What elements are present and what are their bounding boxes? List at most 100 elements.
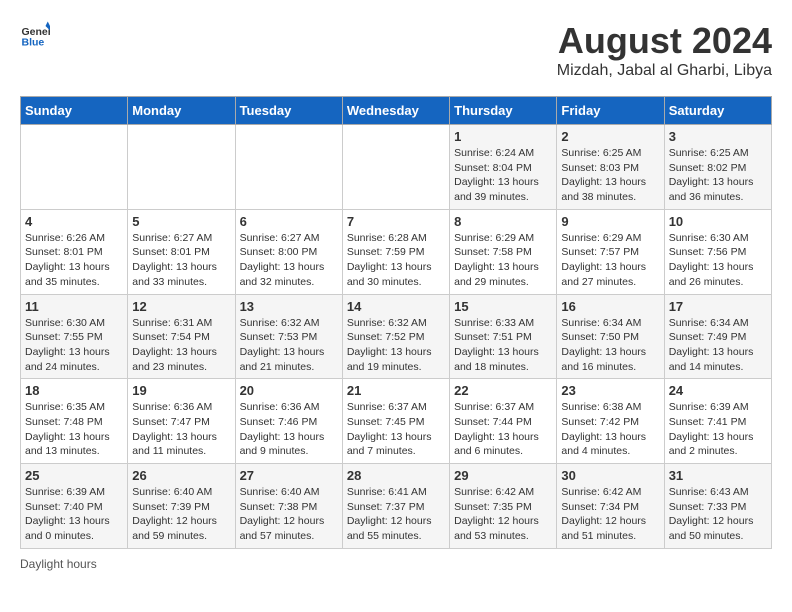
day-info: Sunrise: 6:36 AMSunset: 7:46 PMDaylight:… [240,400,338,459]
main-title: August 2024 [557,20,772,62]
day-number: 5 [132,214,230,229]
day-number: 25 [25,468,123,483]
day-info: Sunrise: 6:37 AMSunset: 7:44 PMDaylight:… [454,400,552,459]
weekday-header: Friday [557,97,664,125]
calendar-cell: 16 Sunrise: 6:34 AMSunset: 7:50 PMDayligh… [557,294,664,379]
day-info: Sunrise: 6:41 AMSunset: 7:37 PMDaylight:… [347,485,445,544]
sub-title: Mizdah, Jabal al Gharbi, Libya [557,62,772,80]
calendar-cell: 4 Sunrise: 6:26 AMSunset: 8:01 PMDaylight… [21,209,128,294]
day-number: 10 [669,214,767,229]
calendar: SundayMondayTuesdayWednesdayThursdayFrid… [20,96,772,549]
day-number: 21 [347,383,445,398]
day-info: Sunrise: 6:28 AMSunset: 7:59 PMDaylight:… [347,231,445,290]
weekday-header: Saturday [664,97,771,125]
calendar-cell: 9 Sunrise: 6:29 AMSunset: 7:57 PMDaylight… [557,209,664,294]
calendar-cell: 5 Sunrise: 6:27 AMSunset: 8:01 PMDaylight… [128,209,235,294]
calendar-week-row: 4 Sunrise: 6:26 AMSunset: 8:01 PMDaylight… [21,209,772,294]
day-number: 16 [561,299,659,314]
day-info: Sunrise: 6:33 AMSunset: 7:51 PMDaylight:… [454,316,552,375]
day-number: 7 [347,214,445,229]
calendar-cell: 11 Sunrise: 6:30 AMSunset: 7:55 PMDayligh… [21,294,128,379]
calendar-cell: 29 Sunrise: 6:42 AMSunset: 7:35 PMDayligh… [450,464,557,549]
day-info: Sunrise: 6:31 AMSunset: 7:54 PMDaylight:… [132,316,230,375]
day-number: 28 [347,468,445,483]
day-info: Sunrise: 6:29 AMSunset: 7:57 PMDaylight:… [561,231,659,290]
calendar-cell: 2Sunrise: 6:25 AMSunset: 8:03 PMDaylight… [557,125,664,210]
day-number: 1 [454,129,552,144]
day-info: Sunrise: 6:29 AMSunset: 7:58 PMDaylight:… [454,231,552,290]
day-info: Sunrise: 6:34 AMSunset: 7:50 PMDaylight:… [561,316,659,375]
day-number: 23 [561,383,659,398]
calendar-cell [342,125,449,210]
day-info: Sunrise: 6:26 AMSunset: 8:01 PMDaylight:… [25,231,123,290]
day-info: Sunrise: 6:24 AMSunset: 8:04 PMDaylight:… [454,146,552,205]
calendar-cell: 18 Sunrise: 6:35 AMSunset: 7:48 PMDayligh… [21,379,128,464]
footer-note: Daylight hours [20,557,772,571]
day-number: 27 [240,468,338,483]
calendar-cell: 24Sunrise: 6:39 AMSunset: 7:41 PMDayligh… [664,379,771,464]
title-area: August 2024 Mizdah, Jabal al Gharbi, Lib… [557,20,772,80]
day-number: 12 [132,299,230,314]
day-number: 8 [454,214,552,229]
day-number: 14 [347,299,445,314]
day-number: 31 [669,468,767,483]
calendar-cell: 30 Sunrise: 6:42 AMSunset: 7:34 PMDayligh… [557,464,664,549]
calendar-cell [21,125,128,210]
calendar-cell: 8 Sunrise: 6:29 AMSunset: 7:58 PMDaylight… [450,209,557,294]
calendar-cell: 27 Sunrise: 6:40 AMSunset: 7:38 PMDayligh… [235,464,342,549]
day-info: Sunrise: 6:25 AMSunset: 8:02 PMDaylight:… [669,146,767,205]
day-info: Sunrise: 6:43 AMSunset: 7:33 PMDaylight:… [669,485,767,544]
day-number: 15 [454,299,552,314]
svg-text:Blue: Blue [22,37,45,49]
calendar-cell: 22Sunrise: 6:37 AMSunset: 7:44 PMDayligh… [450,379,557,464]
header: General Blue August 2024 Mizdah, Jabal a… [20,20,772,80]
weekday-header: Monday [128,97,235,125]
calendar-cell: 26 Sunrise: 6:40 AMSunset: 7:39 PMDayligh… [128,464,235,549]
day-number: 18 [25,383,123,398]
calendar-cell: 23 Sunrise: 6:38 AMSunset: 7:42 PMDayligh… [557,379,664,464]
day-info: Sunrise: 6:32 AMSunset: 7:52 PMDaylight:… [347,316,445,375]
calendar-week-row: 11 Sunrise: 6:30 AMSunset: 7:55 PMDayligh… [21,294,772,379]
calendar-cell: 6Sunrise: 6:27 AMSunset: 8:00 PMDaylight… [235,209,342,294]
calendar-cell: 25Sunrise: 6:39 AMSunset: 7:40 PMDayligh… [21,464,128,549]
day-info: Sunrise: 6:30 AMSunset: 7:56 PMDaylight:… [669,231,767,290]
calendar-cell: 12 Sunrise: 6:31 AMSunset: 7:54 PMDayligh… [128,294,235,379]
calendar-cell: 10 Sunrise: 6:30 AMSunset: 7:56 PMDayligh… [664,209,771,294]
weekday-header: Thursday [450,97,557,125]
calendar-cell: 20 Sunrise: 6:36 AMSunset: 7:46 PMDayligh… [235,379,342,464]
calendar-cell: 14 Sunrise: 6:32 AMSunset: 7:52 PMDayligh… [342,294,449,379]
day-number: 4 [25,214,123,229]
day-info: Sunrise: 6:37 AMSunset: 7:45 PMDaylight:… [347,400,445,459]
calendar-cell: 21 Sunrise: 6:37 AMSunset: 7:45 PMDayligh… [342,379,449,464]
day-info: Sunrise: 6:25 AMSunset: 8:03 PMDaylight:… [561,146,659,205]
day-number: 3 [669,129,767,144]
day-info: Sunrise: 6:38 AMSunset: 7:42 PMDaylight:… [561,400,659,459]
day-number: 29 [454,468,552,483]
day-info: Sunrise: 6:30 AMSunset: 7:55 PMDaylight:… [25,316,123,375]
calendar-week-row: 18 Sunrise: 6:35 AMSunset: 7:48 PMDayligh… [21,379,772,464]
calendar-week-row: 25Sunrise: 6:39 AMSunset: 7:40 PMDayligh… [21,464,772,549]
calendar-cell: 7 Sunrise: 6:28 AMSunset: 7:59 PMDaylight… [342,209,449,294]
day-number: 19 [132,383,230,398]
day-number: 26 [132,468,230,483]
weekday-header: Tuesday [235,97,342,125]
calendar-cell: 19Sunrise: 6:36 AMSunset: 7:47 PMDayligh… [128,379,235,464]
weekday-header: Sunday [21,97,128,125]
day-info: Sunrise: 6:40 AMSunset: 7:39 PMDaylight:… [132,485,230,544]
day-info: Sunrise: 6:34 AMSunset: 7:49 PMDaylight:… [669,316,767,375]
day-number: 17 [669,299,767,314]
day-info: Sunrise: 6:35 AMSunset: 7:48 PMDaylight:… [25,400,123,459]
day-number: 30 [561,468,659,483]
calendar-week-row: 1 Sunrise: 6:24 AMSunset: 8:04 PMDaylight… [21,125,772,210]
day-info: Sunrise: 6:27 AMSunset: 8:01 PMDaylight:… [132,231,230,290]
day-number: 20 [240,383,338,398]
calendar-cell: 17 Sunrise: 6:34 AMSunset: 7:49 PMDayligh… [664,294,771,379]
day-number: 11 [25,299,123,314]
calendar-cell: 15 Sunrise: 6:33 AMSunset: 7:51 PMDayligh… [450,294,557,379]
day-info: Sunrise: 6:40 AMSunset: 7:38 PMDaylight:… [240,485,338,544]
calendar-cell: 31 Sunrise: 6:43 AMSunset: 7:33 PMDayligh… [664,464,771,549]
day-info: Sunrise: 6:42 AMSunset: 7:35 PMDaylight:… [454,485,552,544]
day-number: 9 [561,214,659,229]
logo: General Blue [20,20,50,50]
day-info: Sunrise: 6:42 AMSunset: 7:34 PMDaylight:… [561,485,659,544]
